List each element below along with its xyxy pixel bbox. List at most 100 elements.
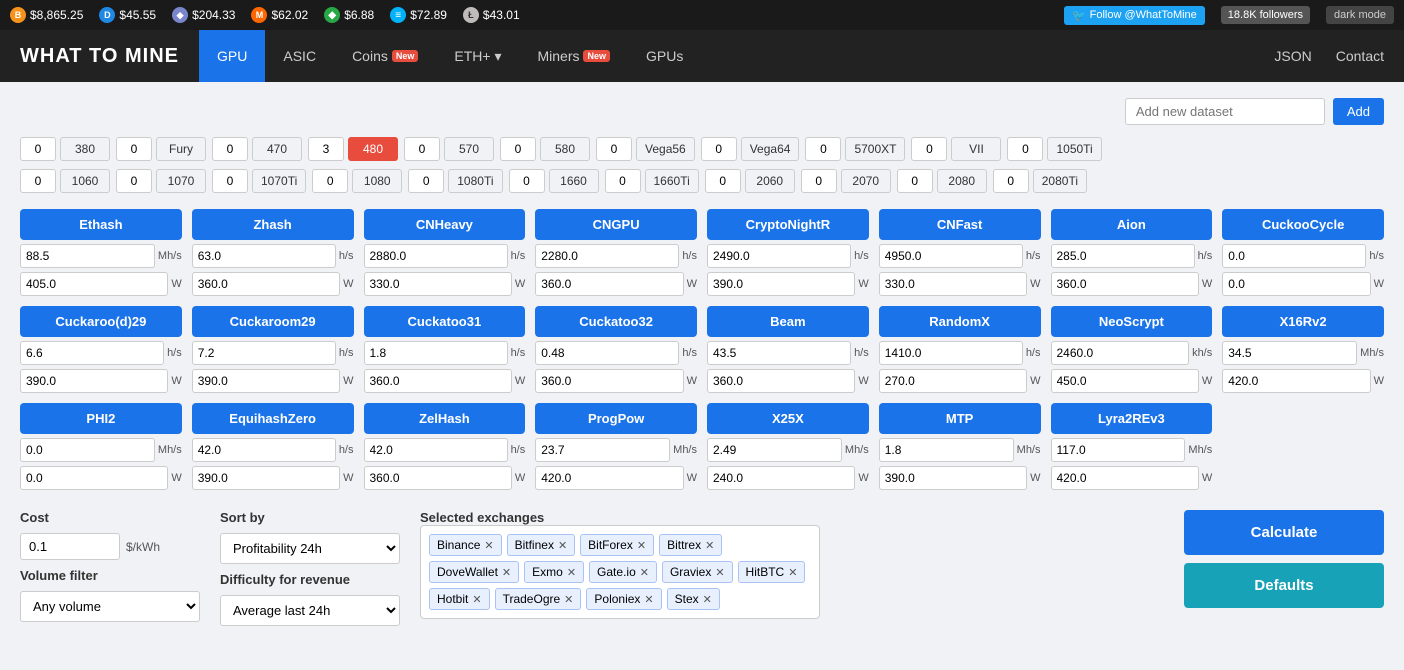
remove-bittrex[interactable]: ✕ (705, 539, 714, 552)
volume-select[interactable]: Any volume (20, 591, 200, 622)
algo-btn-cnfast[interactable]: CNFast (879, 209, 1041, 240)
algo-speed-input-cngpu[interactable] (535, 244, 679, 268)
algo-btn-cuckatoo32[interactable]: Cuckatoo32 (535, 306, 697, 337)
calculate-button[interactable]: Calculate (1184, 510, 1384, 555)
algo-btn-lyra2rev3[interactable]: Lyra2REv3 (1051, 403, 1213, 434)
algo-speed-input-x25x[interactable] (707, 438, 842, 462)
algo-power-input-zelhash[interactable] (364, 466, 512, 490)
algo-btn-cuckatoo31[interactable]: Cuckatoo31 (364, 306, 526, 337)
algo-btn-zelhash[interactable]: ZelHash (364, 403, 526, 434)
algo-btn-progpow[interactable]: ProgPow (535, 403, 697, 434)
algo-power-input-cryptonightr[interactable] (707, 272, 855, 296)
remove-bitforex[interactable]: ✕ (637, 539, 646, 552)
gpu-count-2060[interactable] (705, 169, 741, 193)
algo-speed-input-cnheavy[interactable] (364, 244, 508, 268)
algo-speed-input-cuckaroom29[interactable] (192, 341, 336, 365)
gpu-count-580[interactable] (500, 137, 536, 161)
nav-item-asic[interactable]: ASIC (265, 30, 334, 82)
algo-btn-cuckarood29[interactable]: Cuckaroo(d)29 (20, 306, 182, 337)
algo-speed-input-zhash[interactable] (192, 244, 336, 268)
gpu-count-1660ti[interactable] (605, 169, 641, 193)
algo-power-input-ethash[interactable] (20, 272, 168, 296)
nav-item-ethplus[interactable]: ETH+ ▾ (436, 30, 519, 82)
gpu-count-5700xt[interactable] (805, 137, 841, 161)
algo-btn-cnheavy[interactable]: CNHeavy (364, 209, 526, 240)
algo-speed-input-ethash[interactable] (20, 244, 155, 268)
algo-speed-input-phi2[interactable] (20, 438, 155, 462)
gpu-count-fury[interactable] (116, 137, 152, 161)
algo-btn-equihashzero[interactable]: EquihashZero (192, 403, 354, 434)
algo-power-input-cngpu[interactable] (535, 272, 683, 296)
nav-json[interactable]: JSON (1274, 48, 1311, 64)
algo-power-input-beam[interactable] (707, 369, 855, 393)
nav-item-miners[interactable]: Miners New (519, 30, 628, 82)
dataset-input[interactable] (1125, 98, 1325, 125)
algo-power-input-cnheavy[interactable] (364, 272, 512, 296)
defaults-button[interactable]: Defaults (1184, 563, 1384, 608)
algo-btn-zhash[interactable]: Zhash (192, 209, 354, 240)
gpu-count-1080[interactable] (312, 169, 348, 193)
algo-btn-mtp[interactable]: MTP (879, 403, 1041, 434)
algo-power-input-x16rv2[interactable] (1222, 369, 1370, 393)
algo-power-input-cuckatoo32[interactable] (535, 369, 683, 393)
algo-btn-cngpu[interactable]: CNGPU (535, 209, 697, 240)
remove-dovewallet[interactable]: ✕ (502, 566, 511, 579)
algo-btn-cryptonightr[interactable]: CryptoNightR (707, 209, 869, 240)
algo-speed-input-cuckarood29[interactable] (20, 341, 164, 365)
algo-power-input-randomx[interactable] (879, 369, 1027, 393)
gpu-count-1660[interactable] (509, 169, 545, 193)
algo-power-input-equihashzero[interactable] (192, 466, 340, 490)
gpu-count-2080[interactable] (897, 169, 933, 193)
algo-speed-input-x16rv2[interactable] (1222, 341, 1357, 365)
remove-exmo[interactable]: ✕ (567, 566, 576, 579)
nav-item-coins[interactable]: Coins New (334, 30, 436, 82)
algo-speed-input-neoscrypt[interactable] (1051, 341, 1190, 365)
remove-hitbtc[interactable]: ✕ (788, 566, 797, 579)
algo-btn-cuckaroom29[interactable]: Cuckaroom29 (192, 306, 354, 337)
remove-gateio[interactable]: ✕ (640, 566, 649, 579)
nav-contact[interactable]: Contact (1336, 48, 1384, 64)
sortby-select[interactable]: Profitability 24h (220, 533, 400, 564)
difficulty-select[interactable]: Average last 24h (220, 595, 400, 626)
algo-power-input-phi2[interactable] (20, 466, 168, 490)
remove-stex[interactable]: ✕ (703, 593, 712, 606)
gpu-count-1050ti[interactable] (1007, 137, 1043, 161)
algo-btn-phi2[interactable]: PHI2 (20, 403, 182, 434)
gpu-count-1060[interactable] (20, 169, 56, 193)
gpu-count-1070ti[interactable] (212, 169, 248, 193)
remove-poloniex[interactable]: ✕ (644, 593, 653, 606)
algo-power-input-cuckatoo31[interactable] (364, 369, 512, 393)
gpu-count-480[interactable] (308, 137, 344, 161)
gpu-count-380[interactable] (20, 137, 56, 161)
algo-power-input-progpow[interactable] (535, 466, 683, 490)
algo-speed-input-cuckatoo31[interactable] (364, 341, 508, 365)
algo-speed-input-progpow[interactable] (535, 438, 670, 462)
algo-speed-input-mtp[interactable] (879, 438, 1014, 462)
algo-btn-aion[interactable]: Aion (1051, 209, 1213, 240)
algo-speed-input-aion[interactable] (1051, 244, 1195, 268)
gpu-count-2070[interactable] (801, 169, 837, 193)
remove-tradeogre[interactable]: ✕ (564, 593, 573, 606)
gpu-count-vii[interactable] (911, 137, 947, 161)
gpu-count-2080ti[interactable] (993, 169, 1029, 193)
nav-item-gpu[interactable]: GPU (199, 30, 265, 82)
gpu-count-570[interactable] (404, 137, 440, 161)
algo-speed-input-randomx[interactable] (879, 341, 1023, 365)
algo-btn-beam[interactable]: Beam (707, 306, 869, 337)
gpu-count-470[interactable] (212, 137, 248, 161)
algo-power-input-cnfast[interactable] (879, 272, 1027, 296)
algo-btn-cuckoocycle[interactable]: CuckooCycle (1222, 209, 1384, 240)
algo-btn-x16rv2[interactable]: X16Rv2 (1222, 306, 1384, 337)
gpu-count-1080ti[interactable] (408, 169, 444, 193)
algo-power-input-aion[interactable] (1051, 272, 1199, 296)
gpu-count-vega64[interactable] (701, 137, 737, 161)
algo-speed-input-cryptonightr[interactable] (707, 244, 851, 268)
algo-power-input-x25x[interactable] (707, 466, 855, 490)
algo-power-input-cuckaroom29[interactable] (192, 369, 340, 393)
algo-speed-input-equihashzero[interactable] (192, 438, 336, 462)
remove-bitfinex[interactable]: ✕ (558, 539, 567, 552)
add-dataset-button[interactable]: Add (1333, 98, 1384, 125)
nav-item-gpus[interactable]: GPUs (628, 30, 701, 82)
remove-binance[interactable]: ✕ (484, 539, 493, 552)
algo-speed-input-cnfast[interactable] (879, 244, 1023, 268)
